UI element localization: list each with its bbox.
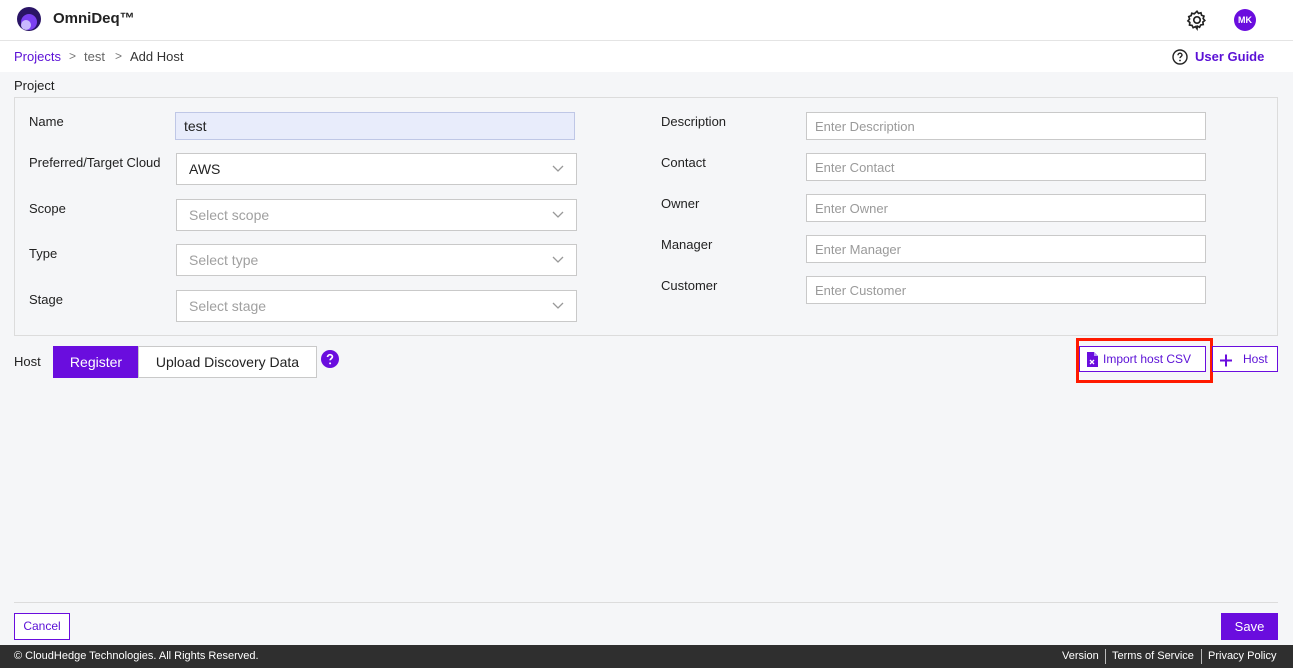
scope-label: Scope — [29, 201, 66, 216]
tab-register[interactable]: Register — [53, 346, 139, 378]
question-circle-icon — [1172, 49, 1188, 65]
gear-icon[interactable] — [1186, 9, 1208, 31]
host-label: Host — [14, 354, 41, 369]
project-section-title: Project — [14, 78, 55, 93]
type-select[interactable]: Select type — [176, 244, 577, 276]
footer-link-terms[interactable]: Terms of Service — [1112, 650, 1194, 662]
footer-separator — [1105, 649, 1106, 664]
breadcrumb-projects[interactable]: Projects — [14, 49, 61, 64]
top-bar: OmniDeq™ MK — [0, 0, 1293, 41]
omnideq-logo-icon[interactable] — [16, 6, 42, 32]
chevron-down-icon — [552, 302, 564, 309]
divider — [14, 602, 1278, 603]
user-guide-label: User Guide — [1195, 49, 1265, 64]
cancel-button[interactable]: Cancel — [14, 613, 70, 640]
chevron-down-icon — [552, 256, 564, 263]
breadcrumb-separator: > — [115, 49, 123, 63]
copyright-text: © CloudHedge Technologies. All Rights Re… — [14, 650, 259, 662]
owner-label: Owner — [661, 196, 700, 211]
footer-link-version[interactable]: Version — [1062, 650, 1099, 662]
breadcrumb-project[interactable]: test — [84, 49, 105, 64]
preferred-cloud-value: AWS — [189, 161, 221, 177]
footer-link-privacy[interactable]: Privacy Policy — [1208, 650, 1276, 662]
project-panel: Name Preferred/Target Cloud AWS Scope Se… — [14, 97, 1278, 336]
add-host-label: Host — [1243, 352, 1268, 366]
app-title: OmniDeq™ — [53, 10, 135, 27]
customer-input[interactable] — [806, 276, 1206, 304]
footer: © CloudHedge Technologies. All Rights Re… — [0, 645, 1293, 668]
contact-label: Contact — [661, 155, 706, 170]
avatar[interactable]: MK — [1234, 9, 1256, 31]
contact-input[interactable] — [806, 153, 1206, 181]
help-icon[interactable] — [321, 350, 339, 368]
csv-file-icon — [1087, 352, 1098, 367]
stage-label: Stage — [29, 292, 63, 307]
save-button[interactable]: Save — [1221, 613, 1278, 640]
name-input[interactable] — [175, 112, 575, 140]
manager-label: Manager — [661, 237, 713, 252]
scope-placeholder: Select scope — [189, 207, 270, 223]
name-label: Name — [29, 114, 64, 129]
breadcrumb-current: Add Host — [130, 49, 184, 64]
preferred-cloud-label: Preferred/Target Cloud — [29, 155, 161, 170]
owner-input[interactable] — [806, 194, 1206, 222]
import-host-csv-label: Import host CSV — [1103, 352, 1192, 366]
add-host-button[interactable]: Host — [1212, 346, 1278, 372]
manager-input[interactable] — [806, 235, 1206, 263]
breadcrumb: Projects > test > Add Host User Guide — [0, 41, 1293, 72]
tab-upload-discovery-data[interactable]: Upload Discovery Data — [138, 346, 317, 378]
description-label: Description — [661, 114, 727, 129]
stage-select[interactable]: Select stage — [176, 290, 577, 322]
footer-separator — [1201, 649, 1202, 664]
preferred-cloud-select[interactable]: AWS — [176, 153, 577, 185]
plus-icon — [1220, 354, 1232, 367]
type-label: Type — [29, 246, 58, 261]
stage-placeholder: Select stage — [189, 298, 267, 314]
description-input[interactable] — [806, 112, 1206, 140]
type-placeholder: Select type — [189, 252, 259, 268]
chevron-down-icon — [552, 211, 564, 218]
scope-select[interactable]: Select scope — [176, 199, 577, 231]
customer-label: Customer — [661, 278, 718, 293]
chevron-down-icon — [552, 165, 564, 172]
breadcrumb-separator: > — [69, 49, 77, 63]
import-host-csv-button[interactable]: Import host CSV — [1079, 346, 1206, 372]
